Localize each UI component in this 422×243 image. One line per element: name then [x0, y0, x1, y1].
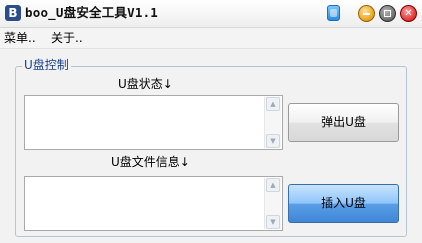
usb-status-scrollbar[interactable]: ▲ ▼ — [264, 97, 281, 148]
usb-file-info-textarea[interactable]: ▲ ▼ — [24, 176, 283, 231]
minimize-button[interactable] — [358, 5, 375, 22]
insert-usb-button[interactable]: 插入U盘 — [288, 184, 399, 223]
window-title: boo_U盘安全工具V1.1 — [25, 5, 159, 20]
maximize-icon — [380, 6, 395, 21]
eject-usb-button[interactable]: 弹出U盘 — [288, 103, 399, 142]
scroll-up-icon[interactable]: ▲ — [266, 178, 280, 192]
skin-icon[interactable] — [327, 5, 340, 21]
usb-status-textarea[interactable]: ▲ ▼ — [24, 95, 283, 150]
menu-bar: 菜单.. 关于.. — [0, 28, 422, 49]
minimize-icon — [359, 6, 374, 21]
scroll-down-icon[interactable]: ▼ — [266, 215, 280, 229]
scroll-down-icon[interactable]: ▼ — [266, 134, 280, 148]
usb-file-info-label: U盘文件信息↓ — [111, 155, 190, 169]
close-icon: ✕ — [404, 8, 413, 19]
usb-control-group-title: U盘控制 — [22, 58, 71, 72]
menu-item-menu[interactable]: 菜单.. — [2, 30, 38, 46]
close-button[interactable]: ✕ — [400, 5, 417, 22]
usb-file-info-scrollbar[interactable]: ▲ ▼ — [264, 178, 281, 229]
menu-item-about[interactable]: 关于.. — [49, 30, 85, 46]
maximize-button[interactable] — [379, 5, 396, 22]
app-window: B boo_U盘安全工具V1.1 ✕ 菜单.. 关于.. U盘控制 U盘状态↓ … — [0, 0, 422, 243]
usb-status-label: U盘状态↓ — [118, 77, 173, 91]
app-logo-icon: B — [5, 5, 21, 21]
scroll-up-icon[interactable]: ▲ — [266, 97, 280, 111]
title-bar[interactable]: B boo_U盘安全工具V1.1 ✕ — [0, 0, 422, 28]
